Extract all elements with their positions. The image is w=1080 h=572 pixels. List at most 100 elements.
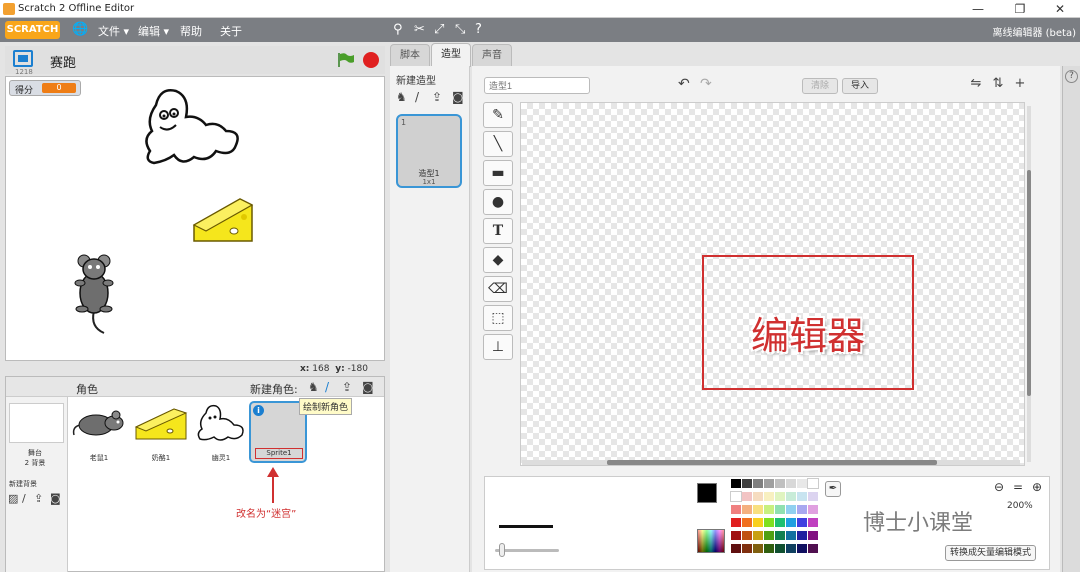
flip-vertical-icon[interactable]: ⇅	[988, 76, 1008, 94]
color-swatch[interactable]	[786, 505, 796, 514]
eraser-tool-icon[interactable]: ⌫	[483, 276, 513, 302]
vertical-scrollbar[interactable]	[1027, 106, 1031, 462]
import-button[interactable]: 导入	[842, 78, 879, 94]
close-button[interactable]: ✕	[1040, 0, 1080, 18]
color-swatch[interactable]	[797, 479, 807, 488]
delete-icon[interactable]: ✂	[414, 22, 425, 37]
tab-costumes[interactable]: 造型	[431, 43, 471, 67]
zoom-reset-icon[interactable]: =	[1010, 479, 1026, 495]
drawing-canvas[interactable]: 编辑器	[520, 102, 1025, 466]
ghost-sprite[interactable]	[136, 85, 246, 177]
color-swatch[interactable]	[775, 518, 785, 527]
color-swatch[interactable]	[807, 478, 819, 489]
color-swatch[interactable]	[731, 505, 741, 514]
costume-library-icon[interactable]: ♞	[396, 90, 407, 104]
menu-file[interactable]: 文件 ▾	[98, 23, 129, 39]
menu-help[interactable]: 帮助	[180, 23, 202, 39]
color-swatch[interactable]	[775, 492, 785, 501]
color-swatch[interactable]	[808, 544, 818, 553]
color-swatch[interactable]	[786, 544, 796, 553]
color-swatch[interactable]	[730, 491, 742, 502]
flip-horizontal-icon[interactable]: ⇋	[966, 76, 986, 94]
color-swatch[interactable]	[775, 505, 785, 514]
select-tool-icon[interactable]: ⬚	[483, 305, 513, 331]
color-swatch[interactable]	[764, 531, 774, 540]
camera-sprite-icon[interactable]: ◙	[362, 380, 374, 394]
menu-edit[interactable]: 编辑 ▾	[138, 23, 169, 39]
undo-icon[interactable]: ↶	[678, 76, 690, 92]
rectangle-tool-icon[interactable]: ▬	[483, 160, 513, 186]
color-swatch[interactable]	[753, 492, 763, 501]
color-swatch[interactable]	[764, 479, 774, 488]
sprite-thumb-ghost[interactable]: 幽灵1	[192, 401, 250, 463]
camera-costume-icon[interactable]: ◙	[452, 90, 464, 104]
color-swatch[interactable]	[808, 505, 818, 514]
color-swatch[interactable]	[808, 518, 818, 527]
color-swatch[interactable]	[808, 492, 818, 501]
color-swatch[interactable]	[742, 479, 752, 488]
fill-tool-icon[interactable]: ◆	[483, 247, 513, 273]
ellipse-tool-icon[interactable]: ●	[483, 189, 513, 215]
color-swatch[interactable]	[797, 505, 807, 514]
color-swatch[interactable]	[797, 544, 807, 553]
stop-icon[interactable]	[363, 52, 379, 68]
color-swatch[interactable]	[742, 531, 752, 540]
eyedropper-icon[interactable]: ✒	[825, 481, 841, 497]
color-swatch[interactable]	[753, 479, 763, 488]
help-question-icon[interactable]: ?	[1065, 70, 1078, 83]
costume-thumb-1[interactable]: 1 造型1 1x1	[396, 114, 462, 188]
color-swatch[interactable]	[797, 492, 807, 501]
color-swatch[interactable]	[764, 518, 774, 527]
tab-sounds[interactable]: 声音	[472, 44, 512, 66]
color-swatch[interactable]	[764, 492, 774, 501]
duplicate-icon[interactable]: ⚲	[393, 22, 403, 37]
set-center-icon[interactable]: +	[1010, 76, 1030, 94]
horizontal-scroll-thumb[interactable]	[607, 460, 937, 465]
clear-button[interactable]: 清除	[802, 78, 839, 94]
help-icon[interactable]: ?	[475, 22, 482, 37]
help-tab[interactable]: ?	[1062, 66, 1080, 572]
line-width-slider-knob[interactable]	[499, 543, 505, 557]
sprite-thumb-cheese[interactable]: 奶酪1	[132, 401, 190, 463]
paint-new-sprite-icon[interactable]: /	[325, 380, 329, 394]
line-tool-icon[interactable]: ╲	[483, 131, 513, 157]
color-swatch[interactable]	[786, 479, 796, 488]
paint-costume-icon[interactable]: /	[415, 90, 419, 104]
color-swatch[interactable]	[742, 505, 752, 514]
color-swatch[interactable]	[753, 505, 763, 514]
project-title[interactable]: 赛跑	[50, 52, 76, 71]
color-swatch[interactable]	[742, 544, 752, 553]
scratch-logo[interactable]: SCRATCH	[5, 21, 60, 39]
zoom-out-icon[interactable]: ⊖	[991, 479, 1007, 495]
stamp-tool-icon[interactable]: ⊥	[483, 334, 513, 360]
horizontal-scrollbar[interactable]	[522, 460, 1020, 465]
color-swatch[interactable]	[786, 518, 796, 527]
color-swatch[interactable]	[753, 531, 763, 540]
color-swatch[interactable]	[786, 531, 796, 540]
text-tool-icon[interactable]: T	[483, 218, 513, 244]
maximize-button[interactable]: ❐	[1000, 0, 1040, 18]
score-monitor[interactable]: 得分 0	[9, 80, 81, 96]
brush-tool-icon[interactable]: ✎	[483, 102, 513, 128]
info-icon[interactable]: i	[253, 405, 264, 416]
mouse-sprite[interactable]	[70, 253, 128, 335]
color-swatch[interactable]	[775, 544, 785, 553]
vertical-scroll-thumb[interactable]	[1027, 170, 1031, 396]
color-swatch[interactable]	[808, 531, 818, 540]
color-swatch[interactable]	[786, 492, 796, 501]
redo-icon[interactable]: ↷	[700, 76, 712, 92]
sprite-library-icon[interactable]: ♞	[308, 380, 319, 394]
color-swatch[interactable]	[764, 544, 774, 553]
presentation-mode-icon[interactable]	[13, 50, 33, 67]
costume-name-input[interactable]	[484, 77, 590, 94]
menu-about[interactable]: 关于	[220, 23, 242, 39]
upload-costume-icon[interactable]: ⇪	[432, 90, 442, 104]
color-swatch[interactable]	[797, 531, 807, 540]
convert-to-vector-button[interactable]: 转换成矢量编辑模式	[945, 545, 1037, 561]
sprite-thumb-mouse[interactable]: 老鼠1	[70, 401, 128, 463]
color-swatch[interactable]	[775, 479, 785, 488]
upload-sprite-icon[interactable]: ⇪	[342, 380, 352, 394]
green-flag-icon[interactable]	[337, 52, 355, 68]
color-swatch[interactable]	[775, 531, 785, 540]
grow-icon[interactable]: ⤢	[434, 22, 444, 37]
